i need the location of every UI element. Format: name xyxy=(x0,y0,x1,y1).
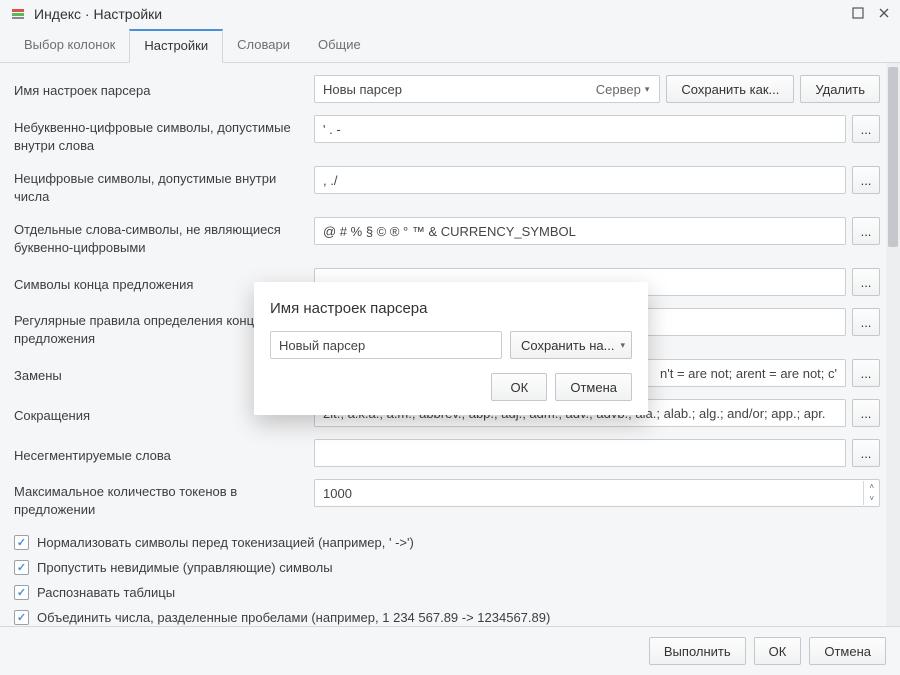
modal-save-location-text: Сохранить на... xyxy=(521,338,620,353)
modal-title: Имя настроек парсера xyxy=(270,300,632,317)
modal-cancel-button[interactable]: Отмена xyxy=(555,373,632,401)
modal-save-location-select[interactable]: Сохранить на... ▾ xyxy=(510,331,632,359)
chevron-down-icon: ▾ xyxy=(620,340,625,351)
modal-name-input[interactable] xyxy=(270,331,502,359)
modal-ok-button[interactable]: ОК xyxy=(491,373,547,401)
save-as-modal: Имя настроек парсера Сохранить на... ▾ О… xyxy=(254,282,648,415)
modal-backdrop: Имя настроек парсера Сохранить на... ▾ О… xyxy=(0,0,900,675)
